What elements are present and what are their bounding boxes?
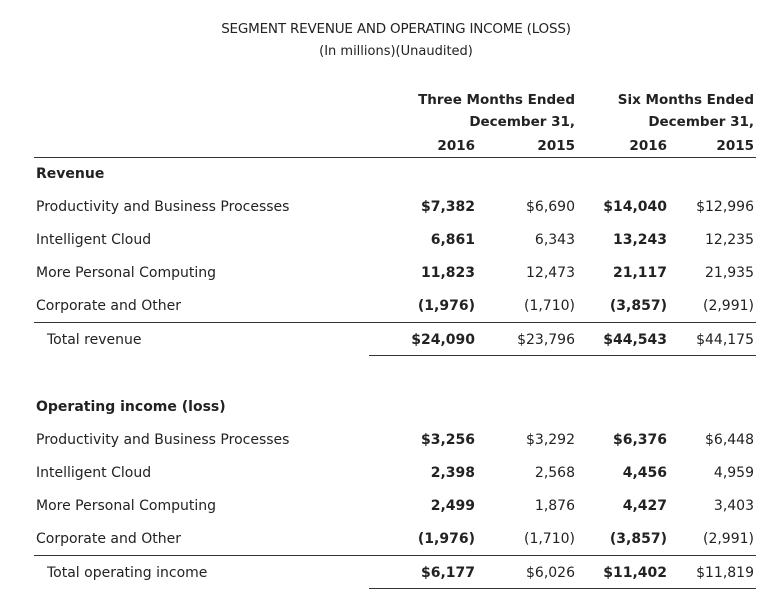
header-year-2015-six: 2015 [716,138,754,154]
table-cell: 4,456 [622,465,667,481]
section-label-operating-income: Operating income (loss) [36,399,226,415]
table-cell: 6,861 [430,232,475,248]
report-title: SEGMENT REVENUE AND OPERATING INCOME (LO… [221,21,571,37]
table-cell: 1,876 [534,498,575,514]
table-cell: (1,710) [523,531,575,547]
table-cell: 12,473 [526,265,575,281]
row-label: Productivity and Business Processes [36,432,290,448]
row-label: More Personal Computing [36,498,216,514]
row-label: More Personal Computing [36,265,216,281]
table-cell: $3,292 [526,432,575,448]
table-cell: 11,823 [420,265,475,281]
table-cell: 2,398 [430,465,475,481]
total-cell: $11,402 [603,565,667,581]
table-cell: (2,991) [702,531,754,547]
header-year-2016-three: 2016 [437,138,475,154]
table-cell: (1,976) [417,298,475,314]
table-cell: $7,382 [420,199,475,215]
table-cell: 13,243 [612,232,667,248]
total-underline [369,588,756,589]
header-six-months-line1: Six Months Ended [617,92,754,108]
table-cell: 2,499 [430,498,475,514]
table-cell: (1,976) [417,531,475,547]
total-cell: $6,177 [420,565,475,581]
header-three-months-line2: December 31, [469,114,575,130]
header-divider [34,157,756,158]
total-cell: $23,796 [517,332,575,348]
header-year-2016-six: 2016 [629,138,667,154]
section-label-revenue: Revenue [36,166,105,182]
row-label: Productivity and Business Processes [36,199,290,215]
table-cell: (3,857) [609,531,667,547]
total-cell: $44,543 [603,332,667,348]
table-cell: 12,235 [705,232,754,248]
total-cell: $24,090 [411,332,475,348]
total-cell: $11,819 [696,565,754,581]
total-cell: $6,026 [526,565,575,581]
header-three-months-line1: Three Months Ended [418,92,575,108]
table-cell: $3,256 [420,432,475,448]
table-cell: (3,857) [609,298,667,314]
row-label: Intelligent Cloud [36,232,152,248]
row-label: Intelligent Cloud [36,465,152,481]
table-cell: (1,710) [523,298,575,314]
total-label: Total revenue [47,332,142,348]
table-cell: $6,376 [612,432,667,448]
table-cell: $14,040 [603,199,667,215]
table-cell: 6,343 [534,232,575,248]
table-cell: 21,935 [705,265,754,281]
row-label: Corporate and Other [36,531,181,547]
total-label: Total operating income [47,565,208,581]
report-subtitle: (In millions)(Unaudited) [319,44,473,59]
table-cell: $6,690 [526,199,575,215]
table-cell: (2,991) [702,298,754,314]
table-cell: $12,996 [696,199,754,215]
table-cell: 4,427 [622,498,667,514]
table-cell: 3,403 [713,498,754,514]
header-six-months-line2: December 31, [648,114,754,130]
table-cell: 4,959 [713,465,754,481]
subtotal-divider [34,322,756,323]
table-cell: $6,448 [705,432,754,448]
row-label: Corporate and Other [36,298,181,314]
table-cell: 2,568 [534,465,575,481]
total-underline [369,355,756,356]
subtotal-divider [34,555,756,556]
table-cell: 21,117 [612,265,667,281]
total-cell: $44,175 [696,332,754,348]
header-year-2015-three: 2015 [537,138,575,154]
